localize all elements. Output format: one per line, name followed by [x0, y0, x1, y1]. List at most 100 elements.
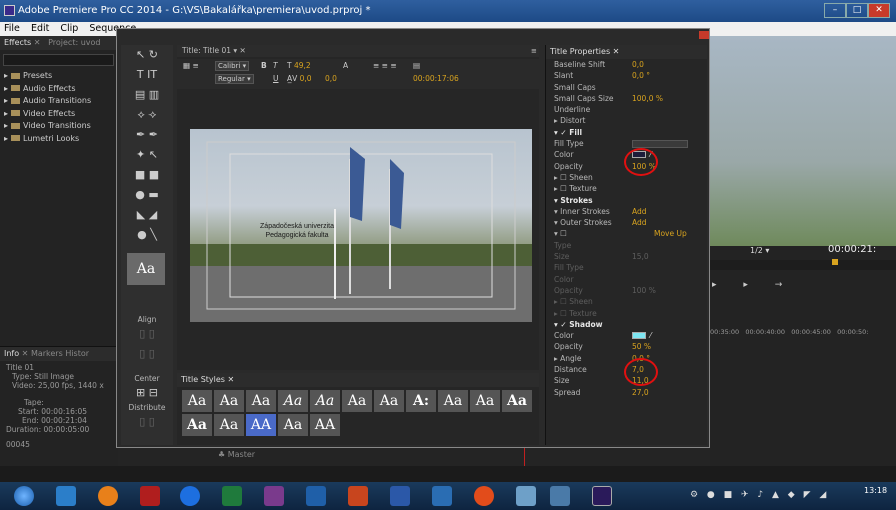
media-icon[interactable]	[432, 486, 452, 506]
style-swatch[interactable]: AA	[246, 414, 276, 436]
style-swatch[interactable]: Aa	[374, 390, 404, 412]
anchor-tool-icon[interactable]: ✦ ↖	[121, 145, 173, 165]
property-value[interactable]: Add	[632, 217, 647, 228]
tab-effects[interactable]: Effects	[4, 38, 31, 47]
property-row[interactable]: Underline	[546, 104, 707, 115]
property-value[interactable]: Add	[632, 206, 647, 217]
property-row[interactable]: ▸ ☐ Texture	[546, 183, 707, 194]
ellipse-tool-icon[interactable]: ● ▬	[121, 185, 173, 205]
eyedropper-icon[interactable]: ⁄	[650, 330, 651, 341]
acrobat-icon[interactable]	[140, 486, 160, 506]
roll-crawl-icon[interactable]: ▦ ≡	[183, 61, 199, 70]
browser-icon[interactable]	[180, 486, 200, 506]
style-swatch[interactable]: A:	[406, 390, 436, 412]
menu-edit[interactable]: Edit	[31, 23, 49, 34]
property-row[interactable]: ▾ Outer Strokes Add	[546, 217, 707, 228]
property-value[interactable]: 100,0 %	[632, 93, 663, 104]
property-row[interactable]: Fill Type	[546, 262, 707, 273]
firefox-icon[interactable]	[98, 486, 118, 506]
chrome-icon[interactable]	[474, 486, 494, 506]
selection-tool-icon[interactable]: ↖ ↻	[121, 45, 173, 65]
property-row[interactable]: Small Caps Size 100,0 %	[546, 93, 707, 104]
tree-item-video-effects[interactable]: ▸ Video Effects	[4, 108, 117, 121]
underline-icon[interactable]: U	[273, 74, 279, 83]
style-swatch[interactable]: Aa	[342, 390, 372, 412]
premiere-taskbar-icon[interactable]	[592, 486, 612, 506]
property-row[interactable]: Spread 27,0	[546, 387, 707, 398]
property-row[interactable]: ▸ Distort	[546, 115, 707, 126]
onenote-icon[interactable]	[264, 486, 284, 506]
tab-info[interactable]: Info	[4, 349, 19, 358]
word-icon[interactable]	[390, 486, 410, 506]
title-canvas[interactable]: Západočeská univerzita Pedagogická fakul…	[190, 129, 532, 322]
menu-file[interactable]: File	[4, 23, 20, 34]
title-text[interactable]: Západočeská univerzita Pedagogická fakul…	[257, 222, 337, 240]
path-type-tool-icon[interactable]: ⟡ ⟢	[121, 105, 173, 125]
powerpoint-icon[interactable]	[348, 486, 368, 506]
property-value[interactable]: 0,0	[632, 59, 644, 70]
property-row[interactable]: Slant 0,0 °	[546, 70, 707, 81]
style-swatch[interactable]: Aa	[310, 390, 340, 412]
property-row[interactable]: Size 15,0	[546, 251, 707, 262]
panel-menu-icon[interactable]: ≡	[531, 47, 537, 55]
align-buttons[interactable]: ≡ ≡ ≡	[373, 61, 397, 70]
style-swatch[interactable]: Aa	[438, 390, 468, 412]
property-row[interactable]: ▾ ✓ Shadow	[546, 319, 707, 330]
property-row[interactable]: ▾ Strokes	[546, 195, 707, 206]
tracking-field[interactable]: A̲V 0,0	[287, 74, 312, 83]
settings-icon[interactable]	[516, 486, 536, 506]
align-icons-2[interactable]: ▯ ▯	[121, 344, 173, 364]
property-row[interactable]: Small Caps	[546, 82, 707, 93]
tree-item-video-transitions[interactable]: ▸ Video Transitions	[4, 120, 117, 133]
property-row[interactable]: ▾ ☐ Move Up	[546, 228, 707, 239]
tree-item-presets[interactable]: ▸ Presets	[4, 70, 117, 83]
property-row[interactable]: Fill Type	[546, 138, 707, 149]
kerning-icon[interactable]: A	[343, 61, 348, 70]
explorer-icon[interactable]	[56, 486, 76, 506]
style-swatch[interactable]: Aa	[502, 390, 532, 412]
style-swatch[interactable]: Aa	[182, 414, 212, 436]
pen-tool-icon[interactable]: ✒ ✒	[121, 125, 173, 145]
fill-type-dropdown[interactable]	[632, 140, 688, 149]
tree-item-audio-transitions[interactable]: ▸ Audio Transitions	[4, 95, 117, 108]
style-swatch[interactable]: Aa	[182, 390, 212, 412]
property-row[interactable]: ▸ ☐ Texture	[546, 308, 707, 319]
style-swatch[interactable]: Aa	[278, 414, 308, 436]
type-tool-icon[interactable]: T IT	[121, 65, 173, 85]
tab-project[interactable]: Project: uvod	[48, 38, 100, 47]
color-swatch[interactable]	[632, 332, 646, 340]
tab-stops-icon[interactable]: ▤	[413, 61, 420, 70]
property-row[interactable]: ▸ ☐ Sheen	[546, 172, 707, 183]
style-swatch[interactable]: Aa	[214, 414, 244, 436]
style-swatch[interactable]: Aa	[246, 390, 276, 412]
property-row[interactable]: Color	[546, 274, 707, 285]
leading-field[interactable]: 0,0	[325, 74, 337, 83]
property-row[interactable]: Color ⁄	[546, 330, 707, 341]
property-value[interactable]: 100 %	[632, 285, 656, 296]
tab-markers[interactable]: Markers	[31, 349, 63, 358]
tab-history[interactable]: Histor	[65, 349, 89, 358]
tray-icons[interactable]: ⚙ ● ■ ✈ ♪ ▲ ◆ ◤ ◢	[690, 490, 829, 500]
property-row[interactable]: ▸ ☐ Sheen	[546, 296, 707, 307]
property-row[interactable]: Type	[546, 240, 707, 251]
property-row[interactable]: Opacity 100 %	[546, 285, 707, 296]
property-row[interactable]: ▸ Angle 0,0 °	[546, 353, 707, 364]
folder-icon[interactable]	[550, 486, 570, 506]
minimize-button[interactable]: –	[824, 3, 846, 18]
effects-search-input[interactable]	[3, 54, 114, 66]
menu-clip[interactable]: Clip	[60, 23, 78, 34]
align-icons[interactable]: ▯ ▯	[121, 324, 173, 344]
font-family-select[interactable]: Calibri ▾	[215, 61, 250, 71]
property-row[interactable]: ▾ Inner Strokes Add	[546, 206, 707, 217]
program-scrubber[interactable]	[710, 260, 896, 270]
property-row[interactable]: Baseline Shift 0,0	[546, 59, 707, 70]
font-style-select[interactable]: Regular ▾	[215, 74, 254, 84]
property-value[interactable]: 15,0	[632, 251, 649, 262]
center-icons[interactable]: ⊞ ⊟	[121, 383, 173, 403]
start-button-icon[interactable]	[14, 486, 34, 506]
property-value[interactable]: 27,0	[632, 387, 649, 398]
style-swatch[interactable]: Aa	[278, 390, 308, 412]
transport-controls[interactable]: ▸ ▸ →	[712, 280, 794, 290]
style-swatch[interactable]: Aa	[470, 390, 500, 412]
style-swatch[interactable]: Aa	[214, 390, 244, 412]
